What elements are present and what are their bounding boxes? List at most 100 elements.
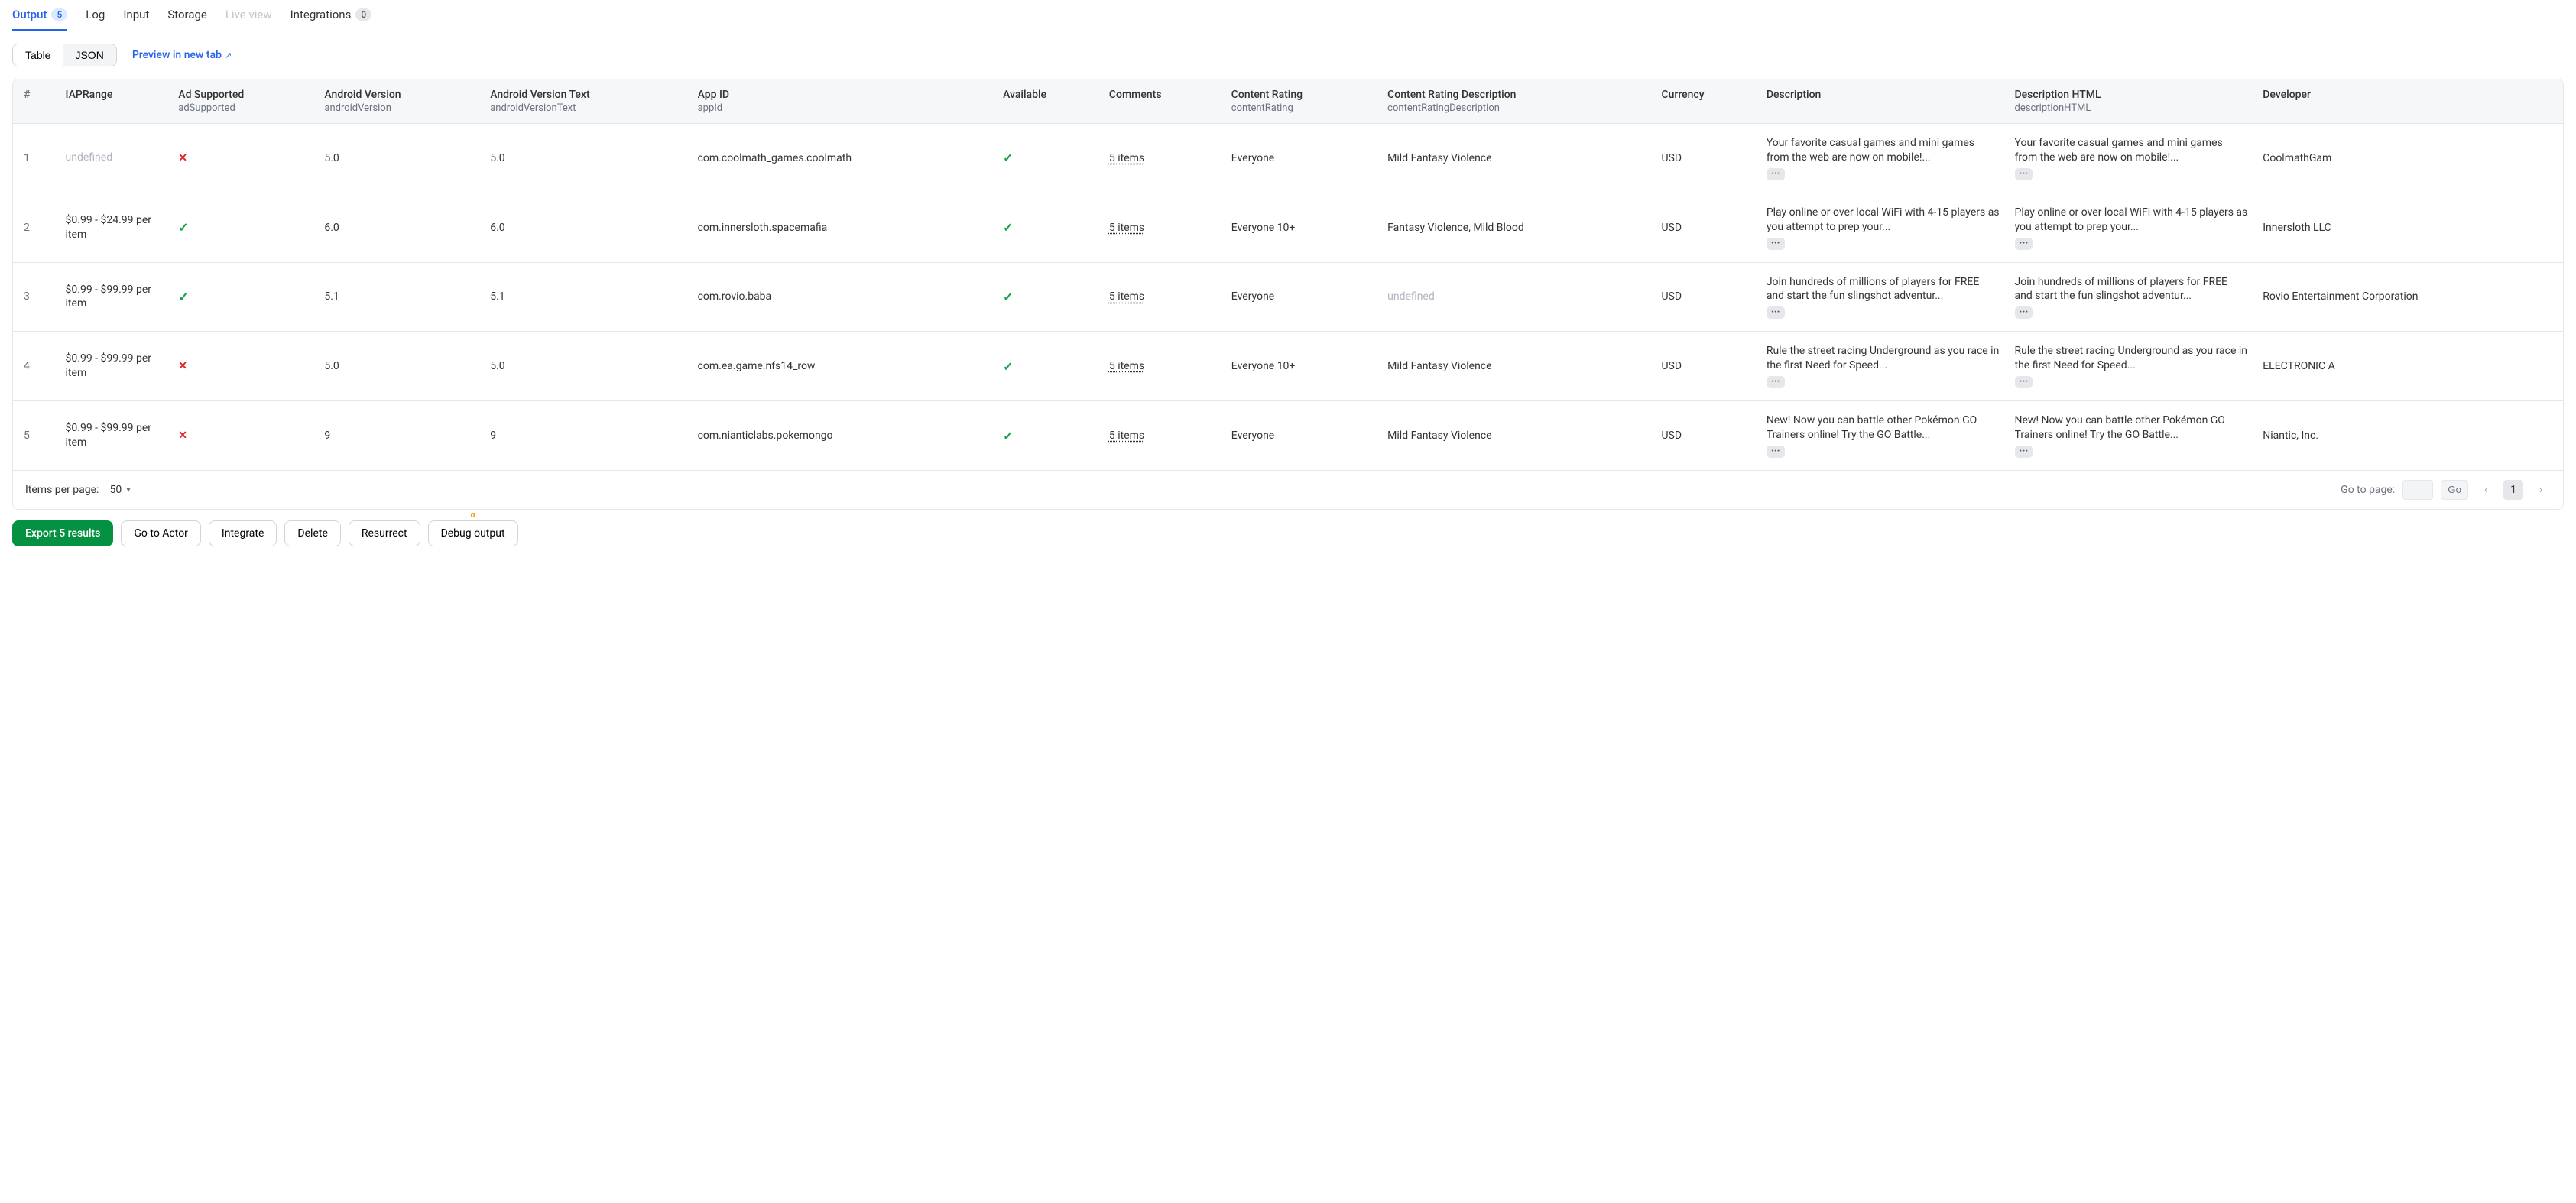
- view-mode-json[interactable]: JSON: [63, 44, 115, 66]
- expand-ellipsis-icon[interactable]: ···: [1767, 376, 1785, 388]
- developer: CoolmathGam: [2263, 152, 2331, 164]
- row-index: 3: [24, 290, 30, 303]
- table-cell: Niantic, Inc.: [2255, 401, 2563, 470]
- column-header[interactable]: Content Rating DescriptioncontentRatingD…: [1380, 79, 1653, 124]
- check-icon: ✓: [1003, 220, 1013, 235]
- preview-in-new-tab-link[interactable]: Preview in new tab ↗: [132, 49, 232, 61]
- description-text: Join hundreds of millions of players for…: [1767, 275, 2000, 304]
- table-cell: 5 items: [1101, 332, 1224, 401]
- row-index: 1: [24, 152, 30, 164]
- table-cell: 9: [316, 401, 482, 470]
- pager-next-icon[interactable]: ›: [2531, 480, 2551, 500]
- developer: ELECTRONIC A: [2263, 360, 2335, 372]
- table-cell: USD: [1653, 332, 1758, 401]
- column-header[interactable]: Android Version TextandroidVersionText: [482, 79, 689, 124]
- table-cell: Play online or over local WiFi with 4-15…: [2007, 193, 2256, 262]
- app-id: com.rovio.baba: [698, 290, 772, 303]
- integrate-button[interactable]: Integrate: [209, 520, 277, 546]
- resurrect-button[interactable]: Resurrect: [349, 520, 420, 546]
- expand-ellipsis-icon[interactable]: ···: [1767, 446, 1785, 458]
- x-icon: ✕: [178, 430, 187, 442]
- column-header[interactable]: Description: [1759, 79, 2007, 124]
- expand-ellipsis-icon[interactable]: ···: [2015, 168, 2033, 180]
- go-to-page-button[interactable]: Go: [2441, 480, 2468, 500]
- expand-ellipsis-icon[interactable]: ···: [2015, 306, 2033, 319]
- iap-range: $0.99 - $24.99 per item: [66, 214, 152, 241]
- expand-ellipsis-icon[interactable]: ···: [2015, 238, 2033, 250]
- pager-current-page[interactable]: 1: [2503, 480, 2523, 500]
- cell-value: 6.0: [490, 222, 504, 234]
- table-cell: 5.1: [316, 262, 482, 332]
- view-mode-table[interactable]: Table: [13, 44, 63, 66]
- expand-ellipsis-icon[interactable]: ···: [1767, 168, 1785, 180]
- expand-ellipsis-icon[interactable]: ···: [2015, 376, 2033, 388]
- comments-link[interactable]: 5 items: [1109, 290, 1144, 303]
- table-cell: USD: [1653, 401, 1758, 470]
- table-cell: 5 items: [1101, 193, 1224, 262]
- items-per-page-select[interactable]: 50 ▾: [109, 484, 130, 496]
- cell-value: Everyone 10+: [1231, 360, 1296, 372]
- export-results-button[interactable]: Export 5 results: [12, 520, 113, 546]
- column-header[interactable]: Ad SupportedadSupported: [170, 79, 316, 124]
- table-cell: ELECTRONIC A: [2255, 332, 2563, 401]
- debug-output-button[interactable]: Debug output: [428, 520, 518, 546]
- tab-storage[interactable]: Storage: [167, 0, 207, 31]
- description-text: Play online or over local WiFi with 4-15…: [1767, 206, 2000, 235]
- delete-button[interactable]: Delete: [284, 520, 340, 546]
- tab-integrations[interactable]: Integrations0: [290, 0, 372, 31]
- table-cell: Your favorite casual games and mini game…: [1759, 124, 2007, 193]
- results-table: #IAPRangeAd SupportedadSupportedAndroid …: [13, 79, 2563, 470]
- table-cell: ✓: [995, 332, 1101, 401]
- column-header[interactable]: Description HTMLdescriptionHTML: [2007, 79, 2256, 124]
- table-cell: Join hundreds of millions of players for…: [2007, 262, 2256, 332]
- cell-value: undefined: [1387, 290, 1435, 303]
- column-header[interactable]: Android VersionandroidVersion: [316, 79, 482, 124]
- column-header[interactable]: Comments: [1101, 79, 1224, 124]
- tab-badge: 0: [355, 8, 371, 21]
- cell-value: USD: [1661, 222, 1682, 234]
- tab-badge: 5: [51, 8, 67, 21]
- table-cell: 6.0: [316, 193, 482, 262]
- pager-prev-icon[interactable]: ‹: [2476, 480, 2496, 500]
- table-cell: $0.99 - $99.99 per item: [58, 262, 171, 332]
- tab-log[interactable]: Log: [86, 0, 105, 31]
- cell-value: 5.0: [324, 152, 339, 164]
- check-icon: ✓: [178, 290, 188, 304]
- table-cell: com.nianticlabs.pokemongo: [690, 401, 996, 470]
- tab-label: Live view: [225, 8, 272, 21]
- app-id: com.innersloth.spacemafia: [698, 222, 828, 234]
- table-cell: com.innersloth.spacemafia: [690, 193, 996, 262]
- expand-ellipsis-icon[interactable]: ···: [1767, 306, 1785, 319]
- comments-link[interactable]: 5 items: [1109, 222, 1144, 234]
- cell-value: USD: [1661, 152, 1682, 164]
- tab-output[interactable]: Output5: [12, 0, 67, 31]
- table-cell: ✕: [170, 401, 316, 470]
- tab-input[interactable]: Input: [123, 0, 149, 31]
- items-per-page-label: Items per page:: [25, 484, 99, 496]
- table-cell: $0.99 - $99.99 per item: [58, 401, 171, 470]
- column-header[interactable]: Currency: [1653, 79, 1758, 124]
- cell-value: 5.0: [324, 360, 339, 372]
- table-cell: com.rovio.baba: [690, 262, 996, 332]
- comments-link[interactable]: 5 items: [1109, 430, 1144, 442]
- column-header[interactable]: Content RatingcontentRating: [1224, 79, 1380, 124]
- cell-value: USD: [1661, 430, 1682, 442]
- column-header[interactable]: #: [13, 79, 58, 124]
- expand-ellipsis-icon[interactable]: ···: [1767, 238, 1785, 250]
- go-to-page-input[interactable]: [2402, 480, 2433, 500]
- go-to-actor-button[interactable]: Go to Actor: [121, 520, 201, 546]
- developer: Innersloth LLC: [2263, 222, 2331, 234]
- column-header[interactable]: IAPRange: [58, 79, 171, 124]
- table-cell: 5 items: [1101, 401, 1224, 470]
- comments-link[interactable]: 5 items: [1109, 152, 1144, 164]
- comments-link[interactable]: 5 items: [1109, 360, 1144, 372]
- table-cell: CoolmathGam: [2255, 124, 2563, 193]
- column-header[interactable]: Available: [995, 79, 1101, 124]
- expand-ellipsis-icon[interactable]: ···: [2015, 446, 2033, 458]
- check-icon: ✓: [1003, 429, 1013, 443]
- column-header[interactable]: App IDappId: [690, 79, 996, 124]
- cell-value: Everyone: [1231, 152, 1274, 164]
- row-index: 2: [24, 222, 30, 234]
- column-header[interactable]: Developer: [2255, 79, 2563, 124]
- table-cell: ✕: [170, 124, 316, 193]
